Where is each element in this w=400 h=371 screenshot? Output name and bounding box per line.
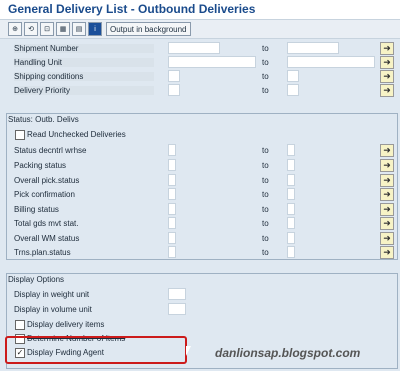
shipping-conditions-to-input[interactable] [287,70,299,82]
title-bar: General Delivery List - Outbound Deliver… [0,0,400,20]
to-label: to [262,72,269,81]
multiple-selection-icon[interactable]: ▤ [72,22,86,36]
weight-unit-input[interactable] [168,288,186,300]
status-to-input[interactable] [287,203,295,215]
status-to-input[interactable] [287,159,295,171]
output-in-background-button[interactable]: Output in background [106,22,191,36]
handling-unit-from-input[interactable] [168,56,256,68]
to-label: to [262,248,269,257]
to-label: to [262,86,269,95]
multiple-selection-arrow-icon[interactable]: ➜ [380,159,394,172]
status-row-label: Overall WM status [14,234,80,243]
shipment-number-label: Shipment Number [14,44,154,53]
status-row-label: Packing status [14,161,67,170]
delivery-priority-from-input[interactable] [168,84,180,96]
multiple-selection-arrow-icon[interactable]: ➜ [380,217,394,230]
to-label: to [262,219,269,228]
status-from-input[interactable] [168,203,176,215]
multiple-selection-arrow-icon[interactable]: ➜ [380,203,394,216]
multiple-selection-arrow-icon[interactable]: ➜ [380,188,394,201]
status-row-label: Pick confirmation [14,190,75,199]
to-label: to [262,44,269,53]
to-label: to [262,146,269,155]
status-row-label: Status decntrl wrhse [14,146,87,155]
read-unchecked-checkbox[interactable] [15,130,25,140]
shipment-number-to-input[interactable] [287,42,339,54]
to-label: to [262,190,269,199]
info-icon[interactable]: i [88,22,102,36]
volume-unit-input[interactable] [168,303,186,315]
handling-unit-label: Handling Unit [14,58,154,67]
status-from-input[interactable] [168,217,176,229]
status-to-input[interactable] [287,174,295,186]
status-to-input[interactable] [287,246,295,258]
status-to-input[interactable] [287,232,295,244]
status-from-input[interactable] [168,144,176,156]
status-from-input[interactable] [168,159,176,171]
to-label: to [262,176,269,185]
weight-unit-label: Display in weight unit [14,290,90,299]
to-label: to [262,161,269,170]
multiple-selection-arrow-icon[interactable]: ➜ [380,70,394,83]
execute-icon[interactable]: ⊕ [8,22,22,36]
status-from-input[interactable] [168,246,176,258]
multiple-selection-arrow-icon[interactable]: ➜ [380,144,394,157]
shipping-conditions-label: Shipping conditions [14,72,154,81]
multiple-selection-arrow-icon[interactable]: ➜ [380,174,394,187]
status-to-input[interactable] [287,217,295,229]
mouse-cursor-icon [186,346,196,356]
shipping-conditions-from-input[interactable] [168,70,180,82]
multiple-selection-arrow-icon[interactable]: ➜ [380,246,394,259]
delivery-priority-to-input[interactable] [287,84,299,96]
status-from-input[interactable] [168,174,176,186]
multiple-selection-arrow-icon[interactable]: ➜ [380,232,394,245]
status-row-label: Overall pick.status [14,176,80,185]
status-to-input[interactable] [287,188,295,200]
status-from-input[interactable] [168,188,176,200]
delivery-items-checkbox[interactable] [15,320,25,330]
toolbar: ⊕ ⟲ ⊡ ▦ ▤ i Output in background [0,20,400,39]
to-label: to [262,205,269,214]
multiple-selection-arrow-icon[interactable]: ➜ [380,56,394,69]
multiple-selection-arrow-icon[interactable]: ➜ [380,84,394,97]
read-unchecked-label: Read Unchecked Deliveries [27,130,126,139]
to-label: to [262,58,269,67]
volume-unit-label: Display in volume unit [14,305,92,314]
layout-icon[interactable]: ▦ [56,22,70,36]
handling-unit-to-input[interactable] [287,56,375,68]
watermark: danlionsap.blogspot.com [215,346,361,360]
status-row-label: Total gds mvt stat. [14,219,79,228]
status-group-title: Status: Outb. Delivs [8,115,79,124]
highlight-box [5,336,187,364]
output-in-background-label: Output in background [110,24,187,34]
status-row-label: Billing status [14,205,59,214]
save-variant-icon[interactable]: ⊡ [40,22,54,36]
display-options-title: Display Options [8,275,65,284]
delivery-items-label: Display delivery items [27,320,105,329]
to-label: to [262,234,269,243]
get-variant-icon[interactable]: ⟲ [24,22,38,36]
delivery-priority-label: Delivery Priority [14,86,154,95]
shipment-number-from-input[interactable] [168,42,220,54]
page-title: General Delivery List - Outbound Deliver… [8,2,256,16]
multiple-selection-arrow-icon[interactable]: ➜ [380,42,394,55]
status-from-input[interactable] [168,232,176,244]
status-to-input[interactable] [287,144,295,156]
status-row-label: Trns.plan.status [14,248,71,257]
